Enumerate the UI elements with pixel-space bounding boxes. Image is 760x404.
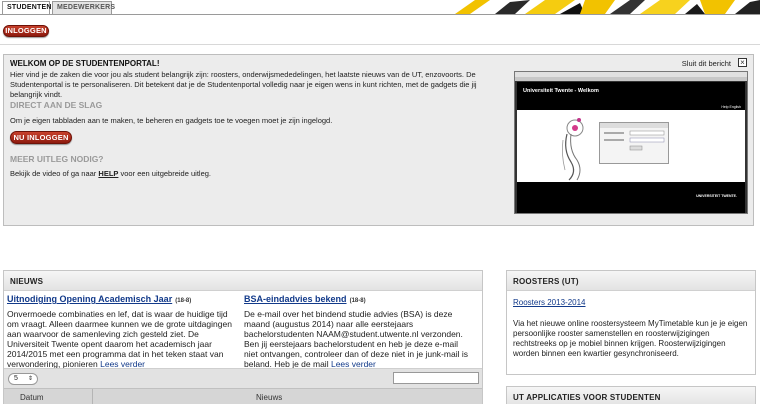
news-body: Onvermoede combinaties en lef, dat is wa… [7, 309, 237, 369]
page-size-value: 5 [14, 375, 18, 382]
column-header-datum[interactable]: Datum [20, 393, 44, 402]
welcome-intro: Hier vind je de zaken die voor jou als s… [10, 70, 477, 99]
tab-medewerkers[interactable]: MEDEWERKERS [52, 1, 115, 14]
section-title-uitleg: MEER UITLEG NODIG? [10, 154, 104, 164]
welcome-panel: WELKOM OP DE STUDENTENPORTAL! Sluit dit … [3, 54, 754, 226]
video-thumbnail[interactable]: Universiteit Twente - Welkom Help Englis… [514, 71, 748, 214]
close-icon[interactable]: × [738, 58, 747, 67]
apps-panel: UT APPLICATIES VOOR STUDENTEN [506, 386, 756, 404]
roosters-panel-title: ROOSTERS (UT) [507, 271, 755, 291]
top-tab-bar: STUDENTEN MEDEWERKERS [0, 0, 760, 15]
news-panel-title: NIEUWS [4, 271, 482, 291]
section-text-uitleg: Bekijk de video of ga naar HELP voor een… [10, 169, 505, 179]
header-banner-image [435, 0, 760, 14]
news-table-header: Datum Nieuws [4, 388, 482, 404]
thumb-footer-logo: UNIVERSITEIT TWENTE. [696, 194, 737, 198]
thumb-body [517, 110, 745, 182]
news-item: Uitnodiging Opening Academisch Jaar (18-… [7, 293, 237, 369]
roosters-panel: ROOSTERS (UT) Roosters 2013-2014 Via het… [506, 270, 756, 375]
news-panel: NIEUWS Uitnodiging Opening Academisch Ja… [3, 270, 483, 404]
section-text-direct: Om je eigen tabbladen aan te maken, te b… [10, 116, 333, 125]
welcome-title: WELKOM OP DE STUDENTENPORTAL! [10, 59, 160, 68]
news-search-input[interactable] [393, 372, 479, 384]
help-link[interactable]: HELP [98, 169, 118, 178]
news-date: (18-8) [349, 298, 366, 304]
thumb-login-form [599, 122, 669, 164]
thumb-header-title: Universiteit Twente - Welkom [523, 88, 599, 94]
thumb-nav: Help English [721, 105, 741, 109]
news-item: BSA-eindadvies bekend (18-8) De e-mail o… [244, 293, 474, 369]
uitleg-text-after: voor een uitgebreide uitleg. [120, 169, 211, 178]
roosters-link[interactable]: Roosters 2013-2014 [513, 298, 586, 307]
column-divider [92, 389, 93, 404]
close-message-link[interactable]: Sluit dit bericht [682, 59, 731, 68]
news-date: (18-8) [175, 298, 192, 304]
login-button[interactable]: INLOGGEN [3, 25, 49, 37]
tab-studenten[interactable]: STUDENTEN [2, 1, 51, 15]
page-size-select[interactable]: 5 ⇕ [8, 373, 38, 385]
news-body: De e-mail over het bindend studie advies… [244, 309, 474, 369]
news-headline-link[interactable]: BSA-eindadvies bekend [244, 294, 347, 304]
tab-bar-divider [0, 14, 760, 15]
apps-panel-title: UT APPLICATIES VOOR STUDENTEN [507, 387, 755, 404]
header-separator [0, 44, 760, 45]
section-title-direct: DIRECT AAN DE SLAG [10, 100, 103, 110]
column-header-nieuws[interactable]: Nieuws [256, 393, 282, 402]
uitleg-text-before: Bekijk de video of ga naar [10, 169, 97, 178]
login-now-button[interactable]: NU INLOGGEN [10, 131, 72, 144]
roosters-description: Via het nieuwe online roostersysteem MyT… [513, 319, 748, 358]
news-table-controls: 5 ⇕ [4, 368, 482, 388]
thumb-footer: UNIVERSITEIT TWENTE. [517, 182, 745, 213]
updown-arrows-icon: ⇕ [27, 376, 33, 382]
thumb-header: Universiteit Twente - Welkom Help Englis… [517, 82, 745, 110]
news-headline-link[interactable]: Uitnodiging Opening Academisch Jaar [7, 294, 172, 304]
thumb-titlebar [515, 77, 747, 81]
